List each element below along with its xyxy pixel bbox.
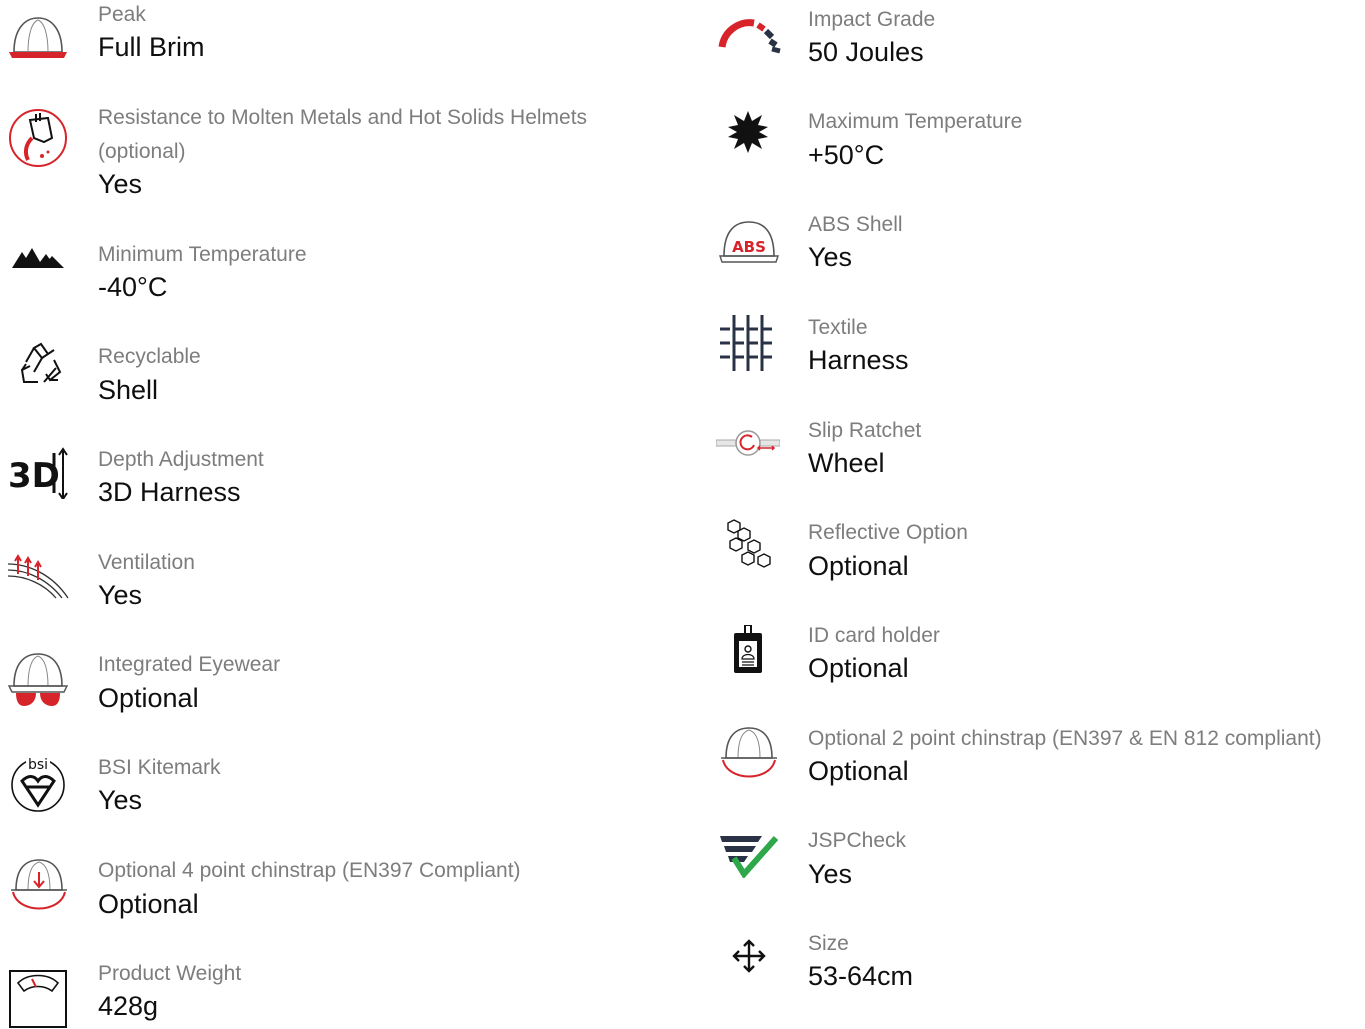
feature-value: Optional bbox=[98, 683, 199, 713]
feature-value: 428g bbox=[98, 991, 159, 1021]
feature-slip-ratchet: Slip Ratchet Wheel bbox=[710, 414, 1365, 494]
feature-label: Resistance to Molten Metals and Hot Soli… bbox=[98, 106, 588, 163]
helmet-4pt-chinstrap-icon bbox=[8, 856, 70, 920]
feature-recyclable: Recyclable Shell bbox=[0, 340, 650, 420]
size-arrows-icon bbox=[732, 939, 766, 973]
feature-label: ID card holder bbox=[808, 624, 940, 647]
svg-text:bsi: bsi bbox=[28, 757, 48, 773]
feature-value: 53-64cm bbox=[808, 961, 914, 991]
feature-reflective-option: Reflective Option Optional bbox=[710, 516, 1365, 596]
feature-depth-adjustment: 3D Depth Adjustment 3D Harness bbox=[0, 443, 650, 523]
helmet-peak-icon bbox=[6, 12, 70, 62]
feature-value: Shell bbox=[98, 375, 159, 405]
mountain-icon bbox=[12, 246, 64, 270]
feature-label: Size bbox=[808, 932, 849, 955]
feature-value: Optional bbox=[808, 551, 909, 581]
bsi-kitemark-icon: bsi bbox=[8, 753, 68, 813]
feature-value: Full Brim bbox=[98, 32, 205, 62]
feature-value: Harness bbox=[808, 345, 909, 375]
feature-jspcheck: JSPCheck Yes bbox=[710, 824, 1365, 904]
feature-value: Yes bbox=[98, 785, 143, 815]
jspcheck-icon bbox=[718, 832, 780, 878]
feature-value: -40°C bbox=[98, 272, 168, 302]
molten-metal-icon bbox=[8, 108, 68, 168]
feature-label: Slip Ratchet bbox=[808, 419, 922, 442]
abs-text: ABS bbox=[732, 238, 766, 256]
helmet-2pt-chinstrap-icon bbox=[718, 724, 780, 786]
feature-label: Ventilation bbox=[98, 551, 195, 574]
feature-label: Reflective Option bbox=[808, 521, 968, 544]
feature-label: Peak bbox=[98, 3, 146, 26]
feature-value: Optional bbox=[808, 653, 909, 683]
recycle-icon bbox=[20, 342, 62, 388]
feature-2pt-chinstrap: Optional 2 point chinstrap (EN397 & EN 8… bbox=[710, 722, 1365, 802]
reflective-hexagon-icon bbox=[724, 518, 774, 570]
feature-impact-grade: Impact Grade 50 Joules bbox=[710, 3, 1365, 83]
feature-label: Optional 4 point chinstrap (EN397 Compli… bbox=[98, 859, 521, 882]
textile-icon bbox=[718, 313, 778, 373]
feature-4pt-chinstrap: Optional 4 point chinstrap (EN397 Compli… bbox=[0, 854, 650, 934]
feature-label: Minimum Temperature bbox=[98, 243, 307, 266]
feature-value: Wheel bbox=[808, 448, 885, 478]
feature-label: Textile bbox=[808, 316, 868, 339]
impact-gauge-icon bbox=[718, 17, 782, 57]
feature-label: Recyclable bbox=[98, 345, 201, 368]
feature-id-card-holder: ID card holder Optional bbox=[710, 619, 1365, 699]
feature-value: Optional bbox=[98, 889, 199, 919]
feature-integrated-eyewear: Integrated Eyewear Optional bbox=[0, 648, 650, 728]
feature-label: Depth Adjustment bbox=[98, 448, 264, 471]
feature-label: Impact Grade bbox=[808, 8, 936, 31]
feature-value: Yes bbox=[98, 169, 143, 199]
abs-helmet-icon: ABS bbox=[718, 218, 780, 264]
feature-label: Integrated Eyewear bbox=[98, 653, 281, 676]
feature-label: Optional 2 point chinstrap (EN397 & EN 8… bbox=[808, 727, 1322, 750]
feature-peak: Peak Full Brim bbox=[0, 0, 650, 80]
feature-abs-shell: ABS ABS Shell Yes bbox=[710, 208, 1365, 288]
feature-molten-metal: Resistance to Molten Metals and Hot Soli… bbox=[0, 100, 650, 210]
weight-scale-icon bbox=[8, 969, 68, 1029]
feature-label: ABS Shell bbox=[808, 213, 903, 236]
feature-ventilation: Ventilation Yes bbox=[0, 546, 650, 626]
svg-text:3D: 3D bbox=[8, 456, 60, 496]
feature-value: Yes bbox=[808, 242, 853, 272]
feature-label: JSPCheck bbox=[808, 829, 907, 852]
feature-value: 3D Harness bbox=[98, 477, 241, 507]
slip-ratchet-icon bbox=[716, 428, 780, 458]
sun-icon bbox=[726, 109, 770, 155]
helmet-eyewear-icon bbox=[6, 650, 70, 710]
feature-label: Maximum Temperature bbox=[808, 110, 1023, 133]
feature-label: Product Weight bbox=[98, 962, 242, 985]
feature-size: Size 53-64cm bbox=[710, 927, 1365, 1007]
feature-value: Yes bbox=[808, 859, 853, 889]
feature-textile: Textile Harness bbox=[710, 311, 1365, 391]
feature-value: Yes bbox=[98, 580, 143, 610]
id-card-holder-icon bbox=[732, 625, 764, 675]
feature-bsi-kitemark: bsi BSI Kitemark Yes bbox=[0, 751, 650, 831]
feature-value: Optional bbox=[808, 756, 909, 786]
feature-label: BSI Kitemark bbox=[98, 756, 221, 779]
feature-value: +50°C bbox=[808, 140, 885, 170]
ventilation-icon bbox=[8, 552, 70, 600]
feature-max-temperature: Maximum Temperature +50°C bbox=[710, 105, 1365, 185]
feature-min-temperature: Minimum Temperature -40°C bbox=[0, 238, 650, 318]
feature-product-weight: Product Weight 428g bbox=[0, 957, 650, 1028]
3d-adjust-icon: 3D bbox=[8, 447, 68, 499]
feature-value: 50 Joules bbox=[808, 37, 924, 67]
